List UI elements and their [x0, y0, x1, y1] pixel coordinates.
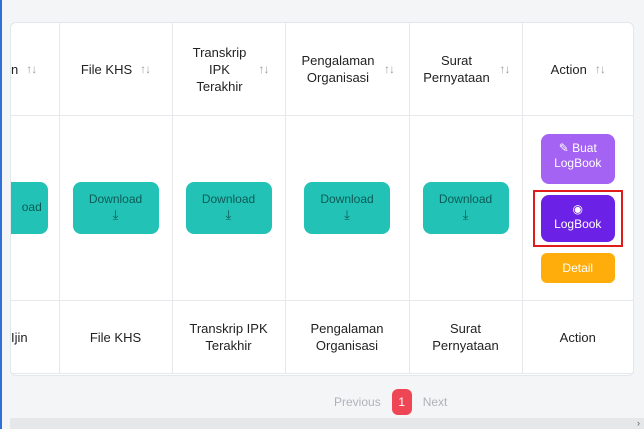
data-table-card: n ↑↓ File KHS ↑↓ Transkrip IPK Terakhir ↑↓ … — [10, 22, 634, 376]
left-frame-edge — [0, 0, 2, 429]
view-logbook-button[interactable]: ◉ LogBook — [540, 194, 615, 242]
pagination: Previous 1 Next — [327, 389, 455, 415]
header-file-khs[interactable]: File KHS ↑↓ — [59, 23, 173, 116]
download-pengalaman-button[interactable]: Download ⤓ — [304, 182, 390, 234]
download-label: Download — [201, 192, 256, 206]
action-buttons: ✎ Buat LogBook ◉ LogBook Detail — [523, 133, 634, 283]
header-label: File KHS — [80, 61, 133, 77]
footer-cell: Action — [522, 300, 633, 374]
data-table: n ↑↓ File KHS ↑↓ Transkrip IPK Terakhir ↑↓ … — [11, 23, 634, 374]
cell-surat: Download ⤓ — [409, 115, 523, 301]
footer-cell: Ijin — [11, 300, 60, 374]
download-surat-button[interactable]: Download ⤓ — [422, 182, 509, 234]
cell-action: ✎ Buat LogBook ◉ LogBook Detail — [522, 115, 634, 301]
download-icon: ⤓ — [462, 207, 469, 222]
footer-label: Pengalaman Organisasi — [310, 321, 384, 353]
header-cut-column[interactable]: n ↑↓ — [11, 23, 60, 116]
sort-icon[interactable]: ↑↓ — [595, 61, 606, 78]
sort-icon[interactable]: ↑↓ — [384, 61, 395, 78]
page-1-button[interactable]: 1 — [391, 389, 412, 415]
footer-cell: Transkrip IPK Terakhir — [172, 300, 286, 374]
scroll-right-icon[interactable]: › — [637, 418, 640, 429]
download-label: oad — [21, 200, 42, 214]
horizontal-scrollbar[interactable] — [10, 418, 644, 429]
cell-file-khs: Download ⤓ — [59, 115, 173, 301]
footer-label: Surat Pernyataan — [432, 321, 499, 353]
detail-label: Detail — [562, 260, 594, 275]
highlight-box: ◉ LogBook — [532, 189, 623, 247]
view-logbook-label: LogBook — [554, 216, 602, 231]
header-label: Transkrip IPK Terakhir — [192, 44, 247, 94]
header-transkrip[interactable]: Transkrip IPK Terakhir ↑↓ — [172, 23, 286, 116]
eye-icon: ◉ — [572, 201, 583, 216]
footer-label: Transkrip IPK Terakhir — [189, 321, 268, 353]
header-pengalaman[interactable]: Pengalaman Organisasi ↑↓ — [285, 23, 410, 116]
detail-button[interactable]: Detail — [540, 252, 615, 283]
header-action[interactable]: Action ↑↓ — [522, 23, 633, 116]
next-button[interactable]: Next — [415, 389, 455, 415]
download-label: Download — [320, 192, 374, 206]
cell-cut-column: oad — [11, 115, 60, 301]
download-khs-button[interactable]: Download ⤓ — [72, 182, 159, 234]
sort-icon[interactable]: ↑↓ — [140, 61, 151, 78]
header-label: Surat Pernyataan — [423, 53, 490, 85]
previous-button[interactable]: Previous — [327, 389, 388, 415]
sort-icon[interactable]: ↑↓ — [259, 61, 270, 78]
download-transkrip-button[interactable]: Download ⤓ — [185, 182, 272, 234]
header-label: n — [11, 61, 19, 77]
download-icon: ⤓ — [344, 207, 350, 222]
header-label: Pengalaman Organisasi — [301, 53, 375, 85]
footer-cell: Surat Pernyataan — [409, 300, 523, 374]
cell-transkrip: Download ⤓ — [172, 115, 286, 301]
table-row: oad Download ⤓ Download ⤓ Download ⤓ Downlo… — [11, 115, 634, 301]
sort-icon[interactable]: ↑↓ — [500, 61, 511, 78]
download-icon: ⤓ — [112, 207, 119, 222]
cell-pengalaman: Download ⤓ — [285, 115, 410, 301]
sort-icon[interactable]: ↑↓ — [26, 61, 37, 78]
edit-icon: ✎ — [558, 140, 569, 155]
table-footer-row: Ijin File KHS Transkrip IPK Terakhir Pen… — [11, 300, 633, 374]
buat-logbook-button[interactable]: ✎ Buat LogBook — [540, 133, 615, 184]
table-header-row: n ↑↓ File KHS ↑↓ Transkrip IPK Terakhir ↑↓ … — [11, 23, 633, 116]
header-label: Action — [550, 61, 587, 77]
download-label: Download — [438, 192, 493, 206]
download-button[interactable]: oad — [11, 182, 48, 234]
header-surat[interactable]: Surat Pernyataan ↑↓ — [409, 23, 523, 116]
download-label: Download — [88, 192, 143, 206]
download-icon: ⤓ — [225, 207, 232, 222]
footer-cell: Pengalaman Organisasi — [285, 300, 410, 374]
footer-cell: File KHS — [59, 300, 173, 374]
